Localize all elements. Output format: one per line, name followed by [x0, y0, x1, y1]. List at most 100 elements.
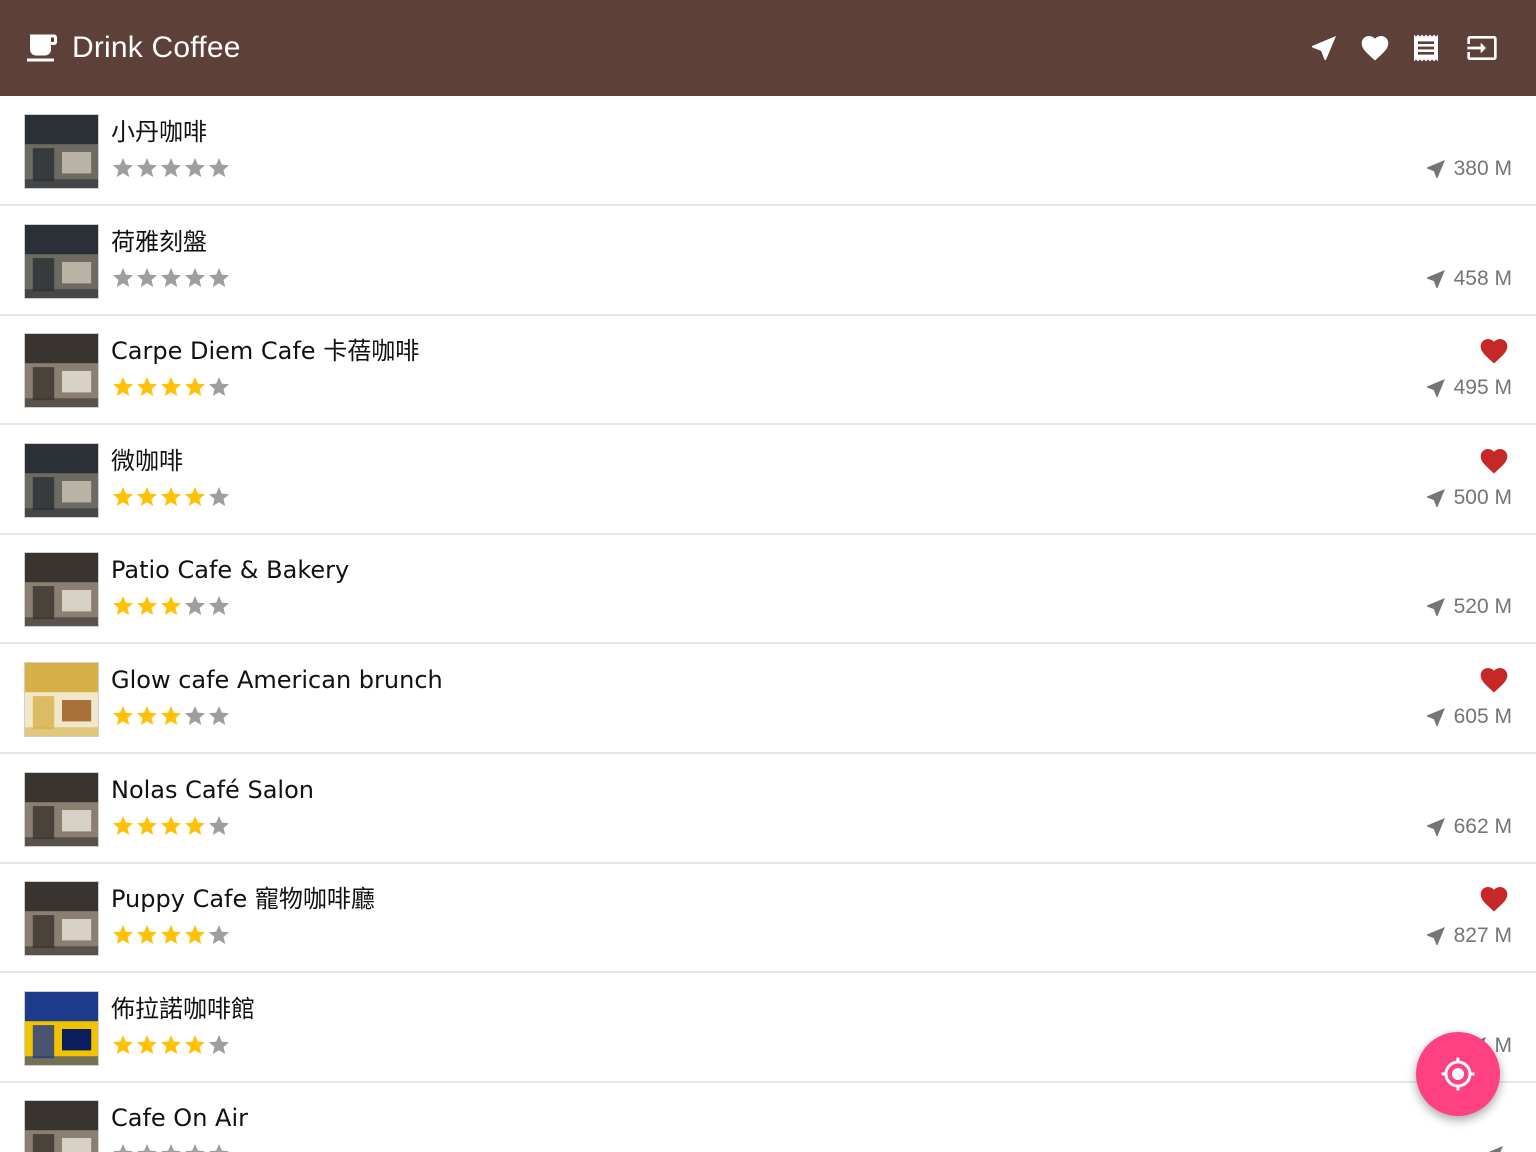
rating-stars	[111, 485, 231, 511]
star-empty-icon	[207, 594, 231, 618]
my-location-icon	[1441, 1057, 1475, 1091]
shop-row[interactable]: 荷雅刻盤 458 M	[0, 206, 1536, 316]
star-filled-icon	[111, 594, 135, 618]
shop-row[interactable]: 小丹咖啡 380 M	[0, 96, 1536, 206]
shop-thumbnail	[24, 114, 99, 189]
star-filled-icon	[159, 704, 183, 728]
distance-value: 458 M	[1453, 266, 1512, 290]
shop-row[interactable]: 佈拉諾咖啡館 M	[0, 973, 1536, 1083]
rating-stars	[111, 594, 231, 620]
star-filled-icon	[111, 485, 135, 509]
distance-value: 827 M	[1453, 924, 1512, 948]
shop-thumbnail	[24, 442, 99, 518]
shop-row[interactable]: Cafe On Air	[0, 1082, 1536, 1152]
star-empty-icon	[207, 485, 231, 509]
shop-row[interactable]: Puppy Cafe 寵物咖啡廳 827 M	[0, 863, 1536, 974]
distance: 605 M	[1424, 702, 1512, 732]
star-empty-icon	[135, 1142, 159, 1152]
rating-stars	[111, 814, 231, 840]
rating-stars	[111, 923, 231, 949]
distance	[1482, 1140, 1512, 1152]
navigation-icon	[1424, 486, 1448, 510]
star-empty-icon	[183, 1142, 207, 1152]
star-empty-icon	[135, 156, 159, 180]
shop-thumbnail	[24, 881, 99, 957]
star-filled-icon	[183, 375, 207, 399]
shop-thumbnail	[24, 223, 99, 299]
shop-thumbnail	[24, 552, 99, 628]
star-filled-icon	[135, 594, 159, 618]
star-filled-icon	[135, 485, 159, 509]
receipt-icon	[1414, 34, 1438, 62]
shop-row[interactable]: 微咖啡 500 M	[0, 425, 1536, 535]
star-filled-icon	[159, 594, 183, 618]
star-empty-icon	[183, 704, 207, 728]
star-empty-icon	[183, 266, 207, 290]
distance: 500 M	[1424, 483, 1512, 513]
distance: 458 M	[1424, 264, 1512, 294]
shop-name: Patio Cafe & Bakery	[111, 556, 350, 585]
favorite-heart-icon[interactable]	[1478, 883, 1510, 915]
receipt-action-button[interactable]	[1402, 24, 1450, 72]
shop-name: 荷雅刻盤	[111, 227, 207, 256]
star-filled-icon	[135, 704, 159, 728]
star-empty-icon	[135, 266, 159, 290]
shop-row[interactable]: Patio Cafe & Bakery 520 M	[0, 534, 1536, 645]
rating-stars	[111, 156, 231, 182]
star-filled-icon	[159, 485, 183, 509]
favorite-heart-icon[interactable]	[1478, 335, 1510, 367]
shop-name: Cafe On Air	[111, 1104, 248, 1133]
star-empty-icon	[207, 1033, 231, 1057]
shop-name: 微咖啡	[111, 446, 183, 475]
favorites-action-button[interactable]	[1351, 24, 1399, 72]
app-bar: Drink Coffee	[0, 0, 1536, 96]
distance-value: 605 M	[1453, 705, 1512, 728]
distance: 520 M	[1424, 592, 1512, 622]
nearby-action-button[interactable]	[1300, 24, 1348, 72]
distance-value: 495 M	[1453, 376, 1512, 400]
star-empty-icon	[207, 375, 231, 399]
favorite-heart-icon[interactable]	[1478, 664, 1510, 696]
rating-stars	[111, 1142, 231, 1152]
shop-row[interactable]: Carpe Diem Cafe 卡蓓咖啡 495 M	[0, 315, 1536, 426]
star-empty-icon	[159, 1142, 183, 1152]
star-filled-icon	[111, 1033, 135, 1057]
star-filled-icon	[135, 814, 159, 838]
shop-name: Carpe Diem Cafe 卡蓓咖啡	[111, 337, 420, 366]
star-filled-icon	[183, 814, 207, 838]
shop-row[interactable]: Glow cafe American brunch 605 M	[0, 644, 1536, 754]
navigation-icon	[1424, 157, 1448, 181]
shop-thumbnail	[24, 662, 99, 737]
shop-name: 小丹咖啡	[111, 118, 207, 146]
logout-action-button[interactable]	[1458, 24, 1506, 72]
star-empty-icon	[111, 266, 135, 290]
star-filled-icon	[159, 375, 183, 399]
star-empty-icon	[111, 1142, 135, 1152]
logout-icon	[1467, 36, 1497, 60]
distance-value: M	[1494, 1033, 1513, 1057]
my-location-fab[interactable]	[1416, 1032, 1500, 1116]
favorite-heart-icon[interactable]	[1478, 445, 1510, 477]
shop-name: 佈拉諾咖啡館	[111, 994, 255, 1023]
coffee-cup-icon	[24, 30, 60, 66]
star-filled-icon	[111, 375, 135, 399]
shop-thumbnail	[24, 990, 99, 1066]
distance-value: 520 M	[1453, 595, 1512, 619]
star-empty-icon	[111, 156, 135, 180]
navigation-icon	[1424, 267, 1448, 291]
navigation-icon	[1424, 815, 1448, 839]
app-title: Drink Coffee	[72, 31, 241, 64]
rating-stars	[111, 375, 231, 401]
distance-value: 662 M	[1453, 814, 1512, 838]
shop-row[interactable]: Nolas Café Salon 662 M	[0, 754, 1536, 864]
navigation-icon	[1424, 376, 1448, 400]
star-filled-icon	[135, 923, 159, 947]
star-filled-icon	[111, 704, 135, 728]
star-filled-icon	[135, 375, 159, 399]
navigation-icon	[1312, 36, 1336, 60]
distance-value: 380 M	[1453, 157, 1512, 180]
star-empty-icon	[207, 1142, 231, 1152]
navigation-icon	[1482, 1143, 1506, 1152]
shop-thumbnail	[24, 333, 99, 409]
shop-name: Puppy Cafe 寵物咖啡廳	[111, 885, 375, 914]
